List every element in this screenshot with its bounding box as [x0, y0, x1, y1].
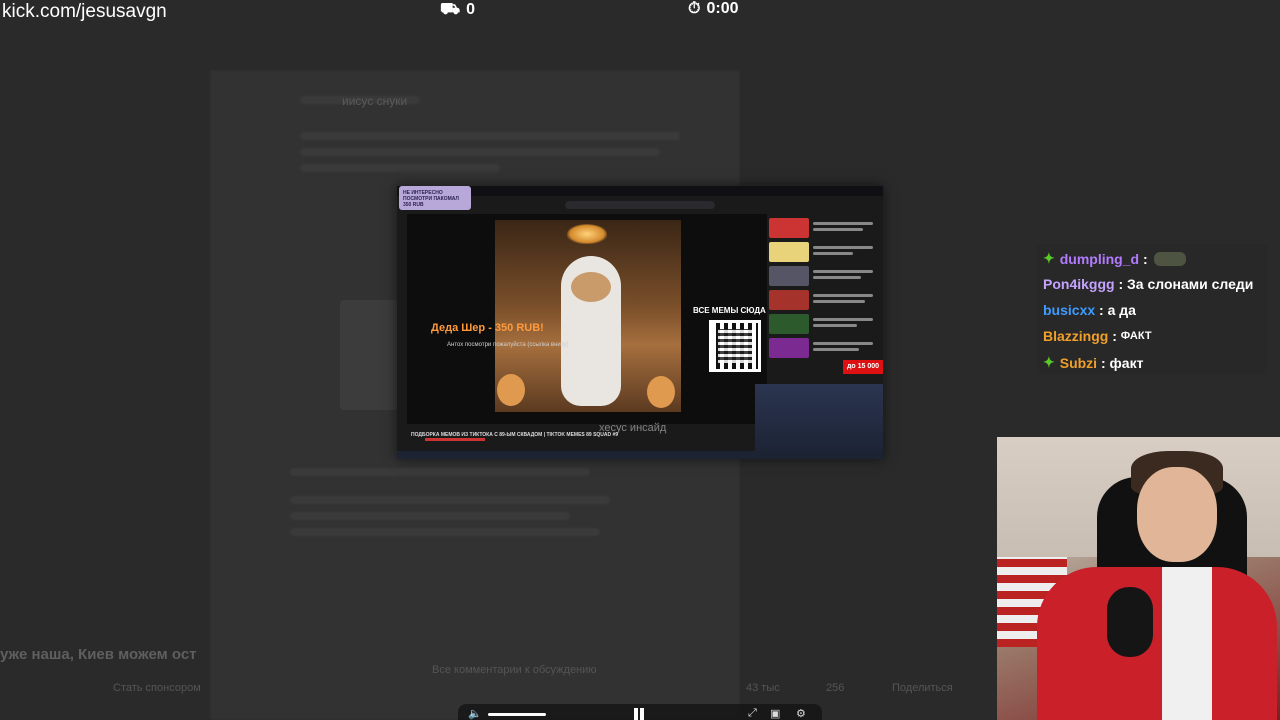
bg-line [300, 148, 660, 156]
pause-icon[interactable] [632, 708, 646, 720]
egg-shape [497, 374, 525, 406]
bg-author: иисус снуки [342, 94, 408, 108]
bg-follow: Стать спонсором [113, 682, 201, 694]
speaker-icon[interactable]: 🔈 [468, 707, 482, 720]
chat-text: а да [1107, 302, 1136, 318]
recommended-item[interactable] [769, 266, 879, 288]
inner-webcam [755, 384, 883, 459]
bg-line [290, 528, 600, 536]
sub-badge-icon: ✦ [1043, 354, 1055, 370]
donation-overlay-title: Деда Шер - 350 RUB! [431, 322, 544, 334]
pip-icon[interactable]: ▣ [770, 707, 780, 720]
shared-video-screen[interactable]: НЕ ИНТЕРЕСНО ПОСМОТРИ ПАКОМАЛ 350 RUB Де… [397, 186, 883, 459]
bg-comments-link: Все комментарии к обсуждению [432, 664, 597, 676]
bg-line [300, 164, 500, 172]
volume-slider[interactable] [488, 713, 546, 716]
windows-taskbar [397, 451, 883, 459]
chat-message: ✦ dumpling_d : [1043, 250, 1186, 267]
memes-label: ВСЕ МЕМЫ СЮДА [693, 306, 766, 315]
recommended-item[interactable] [769, 314, 879, 336]
recommended-item[interactable] [769, 338, 879, 360]
bg-likes: 256 [826, 682, 845, 694]
qr-code-icon [709, 320, 761, 372]
chat-username: Pon4ikggg [1043, 276, 1115, 292]
stream-timer: ⏱ 0:00 [688, 0, 739, 18]
sub-badge-icon: ✦ [1043, 250, 1055, 266]
youtube-player[interactable]: Деда Шер - 350 RUB! Антох посмотри пожал… [407, 214, 767, 441]
recommended-item[interactable] [769, 218, 879, 240]
video-frame [495, 220, 681, 412]
expand-icon[interactable]: ⤢ [748, 707, 757, 720]
bg-share: Поделиться [892, 682, 953, 694]
webcam-head [1137, 467, 1217, 562]
recommended-sidebar [769, 214, 879, 404]
chat-separator: : [1097, 354, 1110, 371]
cat-figure [561, 256, 621, 406]
bg-line [290, 512, 570, 520]
lamp-icon [567, 224, 607, 244]
donation-sticker: НЕ ИНТЕРЕСНО ПОСМОТРИ ПАКОМАЛ 350 RUB [399, 186, 471, 210]
webcam-hoodie [1037, 567, 1277, 720]
viewer-count-value: 0 [466, 1, 476, 18]
chat-username: Subzi [1059, 354, 1098, 371]
bg-views: 43 тыс [746, 682, 780, 694]
streamer-webcam [997, 437, 1280, 720]
egg-shape [647, 376, 675, 408]
chat-message: Blazzingg : ФАКТ [1043, 328, 1152, 344]
chat-text: факт [1109, 354, 1144, 371]
player-controls: 🔈 ⤢ ▣ ⚙ [458, 704, 822, 720]
bg-thumbnail [340, 300, 400, 410]
chat-username: Blazzingg [1043, 328, 1109, 344]
chat-message: busicxx : а да [1043, 302, 1136, 318]
donation-overlay-subtitle: Антох посмотри пожалуйста (ссылка внизу) [447, 342, 569, 348]
gear-icon[interactable]: ⚙ [796, 707, 806, 720]
cat-face [571, 272, 611, 302]
chat-text: За слонами следи [1127, 276, 1254, 292]
chat-text: ФАКТ [1120, 330, 1152, 342]
browser-search-bar [565, 201, 715, 209]
chat-username: busicxx [1043, 302, 1096, 318]
chat-separator: : [1139, 250, 1148, 267]
price-badge: до 15 000 [843, 360, 883, 374]
viewer-count: ⛟ 0 [440, 0, 475, 20]
video-title: ПОДБОРКА МЕМОВ ИЗ ТИКТОКА С 89-ЫМ СКВАДО… [411, 432, 619, 438]
microphone-icon [1107, 587, 1153, 657]
chat-username: dumpling_d [1059, 250, 1140, 267]
bg-line [300, 132, 680, 140]
webcam-shirt [1162, 567, 1212, 720]
channel-url: kick.com/jesusavgn [2, 1, 167, 22]
timer-value: 0:00 [706, 0, 739, 17]
chair-icon: ⛟ [440, 1, 461, 18]
bg-headline: уже наша, Киев можем ост [0, 646, 197, 663]
chat-message: Pon4ikggg : За слонами следи [1043, 276, 1253, 292]
chat-separator: : [1114, 276, 1128, 292]
bg-line [290, 496, 610, 504]
bg-line [290, 468, 590, 476]
stopwatch-icon: ⏱ [688, 0, 701, 17]
chat-message: ✦ Subzi : факт [1043, 354, 1143, 371]
recommended-item[interactable] [769, 290, 879, 312]
chat-overlay: ✦ dumpling_d : Pon4ikggg : За слонами сл… [1037, 244, 1267, 374]
chat-separator: : [1095, 302, 1108, 318]
chat-separator: : [1108, 328, 1121, 344]
emote-icon [1153, 251, 1186, 266]
recommended-item[interactable] [769, 242, 879, 264]
